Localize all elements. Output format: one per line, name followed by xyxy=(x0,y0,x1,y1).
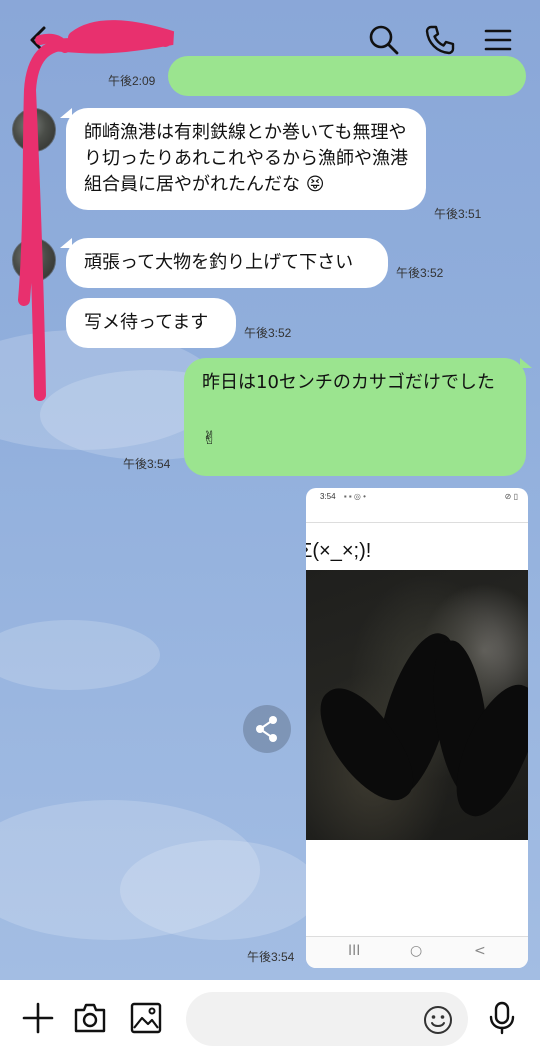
back-icon: < xyxy=(474,943,486,959)
fish-photo xyxy=(306,570,528,840)
plus-icon[interactable] xyxy=(20,1000,56,1036)
phone-icon[interactable] xyxy=(422,22,458,58)
message-time: 午後3:52 xyxy=(244,326,292,340)
menu-icon[interactable] xyxy=(480,22,516,58)
bubble-tail xyxy=(520,358,532,368)
chat-header xyxy=(0,0,540,80)
message-time: 午後3:54 xyxy=(247,950,295,964)
outgoing-message-bubble[interactable]: 昨日は10センチのカサゴだけでした ✌ xyxy=(184,358,526,476)
grinning-squinting-face-icon: 😝 xyxy=(305,174,325,195)
back-arrow-icon[interactable] xyxy=(22,22,58,58)
home-icon: ○ xyxy=(410,943,423,959)
divider xyxy=(306,522,528,523)
share-icon xyxy=(256,716,277,742)
image-caption: Σ(×_×;)! xyxy=(306,540,372,562)
message-text: 頑張って大物を釣り上げて下さい xyxy=(84,252,354,273)
search-icon[interactable] xyxy=(366,22,402,58)
emoji-icon[interactable] xyxy=(422,1004,454,1036)
message-text: 昨日は10センチのカサゴだけでした xyxy=(202,372,495,393)
image-message[interactable]: 3:54 ▪ ▪ ◎ • ⊘ ▯ Σ(×_×;)! III ○ < xyxy=(306,488,528,968)
microphone-icon[interactable] xyxy=(484,1000,520,1036)
victory-hand-icon: ✌ xyxy=(202,428,218,449)
camera-icon[interactable] xyxy=(72,1000,108,1036)
recent-apps-icon: III xyxy=(348,943,361,959)
message-time: 午後3:52 xyxy=(396,266,444,280)
incoming-message-bubble[interactable]: 師崎漁港は有刺鉄線とか巻いても無理やり切ったりあれこれやるから漁師や漁港組合員に… xyxy=(66,108,426,210)
share-button[interactable] xyxy=(243,705,291,753)
image-nav-bar: III ○ < xyxy=(306,936,528,968)
message-input-bar xyxy=(0,980,540,1057)
image-status-time: 3:54 xyxy=(320,492,336,501)
battery-icon: ⊘ ▯ xyxy=(504,492,518,501)
avatar[interactable] xyxy=(12,108,56,152)
message-text: 師崎漁港は有刺鉄線とか巻いても無理やり切ったりあれこれやるから漁師や漁港組合員に… xyxy=(84,122,408,195)
incoming-message-bubble[interactable]: 写メ待ってます xyxy=(66,298,236,348)
message-time: 午後3:51 xyxy=(434,207,482,221)
message-time: 午後3:54 xyxy=(123,457,171,471)
image-status-bar: 3:54 ▪ ▪ ◎ • ⊘ ▯ xyxy=(320,492,518,501)
image-icon[interactable] xyxy=(128,1000,164,1036)
avatar[interactable] xyxy=(12,238,56,282)
incoming-message-bubble[interactable]: 頑張って大物を釣り上げて下さい xyxy=(66,238,388,288)
message-text: 写メ待ってます xyxy=(84,312,209,333)
